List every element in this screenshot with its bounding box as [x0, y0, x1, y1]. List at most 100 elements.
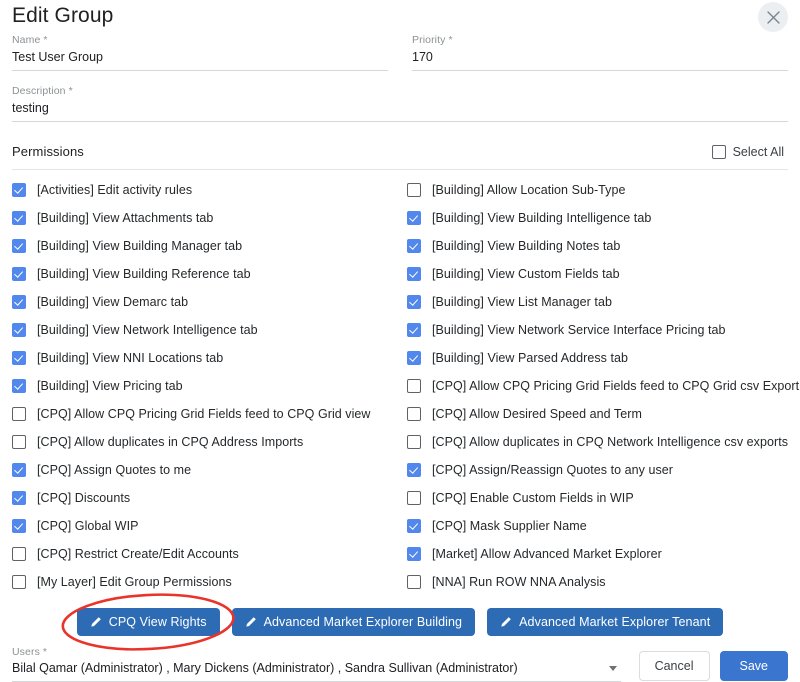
permission-item[interactable]: [Building] View Parsed Address tab — [407, 344, 799, 372]
cancel-button[interactable]: Cancel — [639, 651, 710, 681]
permissions-header: Permissions Select All — [12, 144, 788, 170]
permission-checkbox[interactable] — [407, 183, 421, 197]
permission-checkbox[interactable] — [407, 463, 421, 477]
permission-item[interactable]: [CPQ] Allow CPQ Pricing Grid Fields feed… — [12, 400, 407, 428]
permission-item[interactable]: [Building] Allow Location Sub-Type — [407, 176, 799, 204]
action-button[interactable]: Advanced Market Explorer Tenant — [487, 608, 723, 636]
permission-item[interactable]: [Building] View Building Reference tab — [12, 260, 407, 288]
permission-label: [Market] Allow Advanced Market Explorer — [432, 546, 662, 562]
action-button[interactable]: Advanced Market Explorer Building — [232, 608, 476, 636]
permission-label: [Building] View Demarc tab — [37, 294, 188, 310]
permission-checkbox[interactable] — [12, 295, 26, 309]
permission-checkbox[interactable] — [12, 267, 26, 281]
permission-action-buttons: CPQ View Rights Advanced Market Explorer … — [12, 608, 788, 636]
permission-label: [CPQ] Allow Desired Speed and Term — [432, 406, 642, 422]
permission-label: [Building] View Building Reference tab — [37, 266, 251, 282]
priority-input[interactable]: 170 — [412, 47, 788, 71]
permission-checkbox[interactable] — [407, 547, 421, 561]
permission-item[interactable]: [Building] View NNI Locations tab — [12, 344, 407, 372]
permission-item[interactable]: [CPQ] Enable Custom Fields in WIP — [407, 484, 799, 512]
permission-checkbox[interactable] — [12, 435, 26, 449]
permission-item[interactable]: [Building] View Demarc tab — [12, 288, 407, 316]
permission-label: [Activities] Edit activity rules — [37, 182, 192, 198]
permission-label: [CPQ] Assign/Reassign Quotes to any user — [432, 462, 673, 478]
description-input[interactable]: testing — [12, 98, 788, 122]
permission-checkbox[interactable] — [12, 491, 26, 505]
permission-checkbox[interactable] — [407, 295, 421, 309]
permission-item[interactable]: [Market] Allow Advanced Market Explorer — [407, 540, 799, 568]
users-select[interactable]: Bilal Qamar (Administrator) , Mary Dicke… — [12, 659, 621, 682]
permission-item[interactable]: [CPQ] Allow duplicates in CPQ Network In… — [407, 428, 799, 456]
permission-checkbox[interactable] — [407, 435, 421, 449]
permission-item[interactable]: [NNA] Run ROW NNA Analysis — [407, 568, 799, 596]
page-title: Edit Group — [12, 0, 788, 28]
permission-label: [Building] View Pricing tab — [37, 378, 183, 394]
permission-checkbox[interactable] — [407, 267, 421, 281]
permission-item[interactable]: [Building] View Network Intelligence tab — [12, 316, 407, 344]
permission-checkbox[interactable] — [407, 575, 421, 589]
users-label: Users * — [12, 646, 621, 659]
permission-item[interactable]: [Building] View List Manager tab — [407, 288, 799, 316]
permission-item[interactable]: [Building] View Attachments tab — [12, 204, 407, 232]
permission-item[interactable]: [CPQ] Allow duplicates in CPQ Address Im… — [12, 428, 407, 456]
permission-checkbox[interactable] — [12, 351, 26, 365]
permission-item[interactable]: [CPQ] Assign/Reassign Quotes to any user — [407, 456, 799, 484]
permission-checkbox[interactable] — [407, 407, 421, 421]
permission-label: [CPQ] Allow CPQ Pricing Grid Fields feed… — [37, 406, 371, 422]
permission-item[interactable]: [Building] View Pricing tab — [12, 372, 407, 400]
save-button[interactable]: Save — [720, 651, 789, 681]
permission-item[interactable]: [CPQ] Mask Supplier Name — [407, 512, 799, 540]
action-button[interactable]: CPQ View Rights — [77, 608, 220, 636]
permission-checkbox[interactable] — [12, 407, 26, 421]
permission-item[interactable]: [CPQ] Discounts — [12, 484, 407, 512]
permission-label: [Building] View Building Manager tab — [37, 238, 242, 254]
select-all-checkbox-box[interactable] — [712, 145, 726, 159]
chevron-down-icon[interactable] — [609, 666, 617, 671]
pencil-icon — [90, 616, 102, 628]
permission-item[interactable]: [CPQ] Allow Desired Speed and Term — [407, 400, 799, 428]
permission-label: [Building] View List Manager tab — [432, 294, 612, 310]
permission-checkbox[interactable] — [407, 351, 421, 365]
permissions-heading: Permissions — [12, 144, 84, 159]
users-field-group: Users * Bilal Qamar (Administrator) , Ma… — [12, 646, 621, 682]
permission-checkbox[interactable] — [12, 183, 26, 197]
permission-label: [CPQ] Discounts — [37, 490, 130, 506]
permission-checkbox[interactable] — [12, 239, 26, 253]
pencil-icon — [245, 616, 257, 628]
permission-item[interactable]: [Building] View Building Manager tab — [12, 232, 407, 260]
dialog-footer: Users * Bilal Qamar (Administrator) , Ma… — [12, 646, 788, 682]
permission-checkbox[interactable] — [407, 211, 421, 225]
permission-label: [CPQ] Allow CPQ Pricing Grid Fields feed… — [432, 378, 799, 394]
permission-item[interactable]: [CPQ] Restrict Create/Edit Accounts — [12, 540, 407, 568]
permission-item[interactable]: [Building] View Custom Fields tab — [407, 260, 799, 288]
permission-checkbox[interactable] — [12, 323, 26, 337]
permission-checkbox[interactable] — [407, 519, 421, 533]
permission-checkbox[interactable] — [12, 211, 26, 225]
permission-item[interactable]: [CPQ] Global WIP — [12, 512, 407, 540]
permission-checkbox[interactable] — [407, 379, 421, 393]
permission-checkbox[interactable] — [12, 463, 26, 477]
select-all-checkbox[interactable]: Select All — [712, 145, 788, 159]
close-button[interactable] — [758, 2, 788, 32]
permission-item[interactable]: [CPQ] Allow CPQ Pricing Grid Fields feed… — [407, 372, 799, 400]
footer-buttons: Cancel Save — [639, 651, 788, 682]
close-icon — [766, 10, 781, 25]
permission-checkbox[interactable] — [407, 491, 421, 505]
permission-checkbox[interactable] — [407, 323, 421, 337]
permission-item[interactable]: [Building] View Network Service Interfac… — [407, 316, 799, 344]
permission-item[interactable]: [Activities] Edit activity rules — [12, 176, 407, 204]
permission-item[interactable]: [CPQ] Assign Quotes to me — [12, 456, 407, 484]
permission-checkbox[interactable] — [12, 547, 26, 561]
permission-checkbox[interactable] — [12, 519, 26, 533]
permission-item[interactable]: [My Layer] Edit Group Permissions — [12, 568, 407, 596]
name-input[interactable]: Test User Group — [12, 47, 388, 71]
action-button-label: Advanced Market Explorer Tenant — [519, 615, 710, 629]
permission-label: [Building] View Building Notes tab — [432, 238, 620, 254]
permission-item[interactable]: [Building] View Building Intelligence ta… — [407, 204, 799, 232]
permission-label: [CPQ] Mask Supplier Name — [432, 518, 587, 534]
permission-checkbox[interactable] — [407, 239, 421, 253]
permission-checkbox[interactable] — [12, 379, 26, 393]
permission-checkbox[interactable] — [12, 575, 26, 589]
permission-item[interactable]: [Building] View Building Notes tab — [407, 232, 799, 260]
permission-label: [Building] View Network Service Interfac… — [432, 322, 726, 338]
